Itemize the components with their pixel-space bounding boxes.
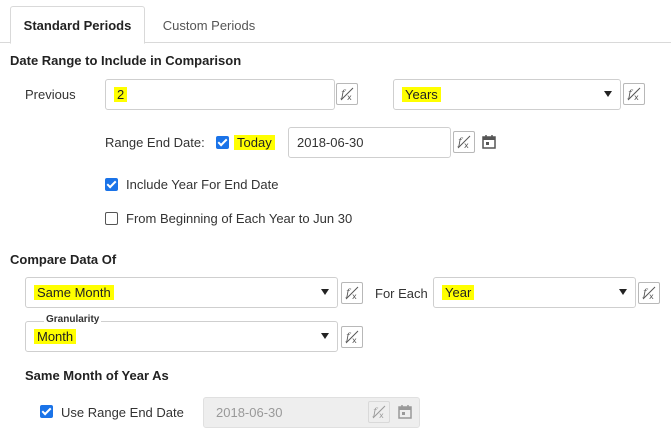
formula-icon[interactable]: fx xyxy=(336,83,358,105)
tab-custom-periods[interactable]: Custom Periods xyxy=(150,6,268,44)
end-date-value: 2018-06-30 xyxy=(297,135,364,150)
tab-bar: Standard Periods Custom Periods xyxy=(0,0,671,44)
same-month-section-title: Same Month of Year As xyxy=(25,368,169,383)
formula-icon[interactable]: fx xyxy=(341,326,363,348)
granularity-select[interactable]: Month xyxy=(25,321,338,352)
granularity-label: Granularity xyxy=(44,314,102,325)
svg-text:x: x xyxy=(347,93,352,102)
range-end-date-label: Range End Date: xyxy=(105,135,205,150)
compare-section-title: Compare Data Of xyxy=(10,252,117,267)
for-each-select[interactable]: Year xyxy=(433,277,636,308)
compare-data-select[interactable]: Same Month xyxy=(25,277,338,308)
formula-icon[interactable]: fx xyxy=(623,83,645,105)
today-checkbox[interactable] xyxy=(216,136,229,149)
include-year-checkbox[interactable] xyxy=(105,178,118,191)
formula-icon: fx xyxy=(368,401,390,423)
include-year-label: Include Year For End Date xyxy=(126,177,279,192)
chevron-down-icon xyxy=(619,289,627,295)
use-range-end-date-label: Use Range End Date xyxy=(61,405,184,420)
svg-text:x: x xyxy=(352,292,357,301)
granularity-value: Month xyxy=(34,329,77,344)
svg-text:x: x xyxy=(464,141,469,150)
date-range-section-title: Date Range to Include in Comparison xyxy=(10,53,242,68)
end-date-input[interactable]: 2018-06-30 xyxy=(288,127,451,158)
for-each-label: For Each xyxy=(375,286,428,301)
compare-data-value: Same Month xyxy=(34,285,114,300)
chevron-down-icon xyxy=(321,289,329,295)
chevron-down-icon xyxy=(604,91,612,97)
tab-standard-periods[interactable]: Standard Periods xyxy=(10,6,145,44)
chevron-down-icon xyxy=(321,333,329,339)
from-beginning-label: From Beginning of Each Year to Jun 30 xyxy=(126,211,353,226)
svg-text:x: x xyxy=(352,336,357,345)
period-unit-select[interactable]: Years xyxy=(393,79,621,110)
today-label: Today xyxy=(234,135,275,150)
period-unit-value: Years xyxy=(402,87,441,102)
formula-icon[interactable]: fx xyxy=(341,282,363,304)
formula-icon[interactable]: fx xyxy=(453,131,475,153)
previous-label: Previous xyxy=(25,87,76,102)
svg-text:x: x xyxy=(379,411,384,420)
previous-count-value: 2 xyxy=(114,87,128,102)
use-range-end-date-checkbox[interactable] xyxy=(40,405,53,418)
from-beginning-checkbox[interactable] xyxy=(105,212,118,225)
svg-text:x: x xyxy=(634,93,639,102)
previous-count-input[interactable]: 2 xyxy=(105,79,335,110)
calendar-icon xyxy=(394,401,416,423)
for-each-value: Year xyxy=(442,285,475,300)
same-month-date-value: 2018-06-30 xyxy=(216,405,283,420)
svg-text:x: x xyxy=(649,292,654,301)
formula-icon[interactable]: fx xyxy=(638,282,660,304)
calendar-icon[interactable] xyxy=(478,131,500,153)
